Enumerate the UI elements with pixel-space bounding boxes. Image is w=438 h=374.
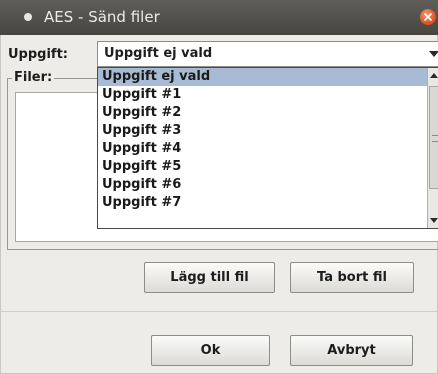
- task-select-value: Uppgift ej vald: [104, 46, 213, 61]
- window-menu-icon[interactable]: [24, 13, 32, 21]
- add-file-button[interactable]: Lägg till fil: [144, 262, 275, 293]
- task-select[interactable]: Uppgift ej vald: [97, 41, 438, 67]
- divider: [0, 311, 438, 312]
- chevron-down-icon[interactable]: [429, 51, 438, 57]
- task-option[interactable]: Uppgift #7: [98, 194, 428, 212]
- task-option[interactable]: Uppgift #1: [98, 86, 428, 104]
- task-option-list: Uppgift ej vald Uppgift #1 Uppgift #2 Up…: [98, 68, 428, 212]
- close-icon[interactable]: [420, 9, 436, 25]
- close-x-glyph: [424, 13, 432, 21]
- task-label: Uppgift:: [8, 47, 68, 62]
- task-option[interactable]: Uppgift ej vald: [98, 68, 428, 86]
- task-option[interactable]: Uppgift #4: [98, 140, 428, 158]
- send-files-dialog: AES - Sänd filer Uppgift: Uppgift ej val…: [0, 0, 438, 374]
- window-title: AES - Sänd filer: [44, 8, 160, 26]
- scroll-down-icon[interactable]: [430, 218, 438, 223]
- ok-button[interactable]: Ok: [151, 335, 270, 366]
- task-option[interactable]: Uppgift #2: [98, 104, 428, 122]
- scroll-up-icon[interactable]: [430, 73, 438, 78]
- cancel-button[interactable]: Avbryt: [290, 335, 413, 366]
- task-dropdown-popup: Uppgift ej vald Uppgift #1 Uppgift #2 Up…: [97, 67, 438, 229]
- task-option[interactable]: Uppgift #3: [98, 122, 428, 140]
- grip-icon: [432, 135, 438, 142]
- scrollbar-thumb[interactable]: [429, 86, 438, 189]
- dropdown-scrollbar[interactable]: [427, 68, 438, 228]
- remove-file-button[interactable]: Ta bort fil: [290, 262, 414, 293]
- title-bar[interactable]: AES - Sänd filer: [0, 0, 438, 35]
- task-option[interactable]: Uppgift #6: [98, 176, 428, 194]
- task-option[interactable]: Uppgift #5: [98, 158, 428, 176]
- files-group-title: Filer:: [12, 70, 55, 86]
